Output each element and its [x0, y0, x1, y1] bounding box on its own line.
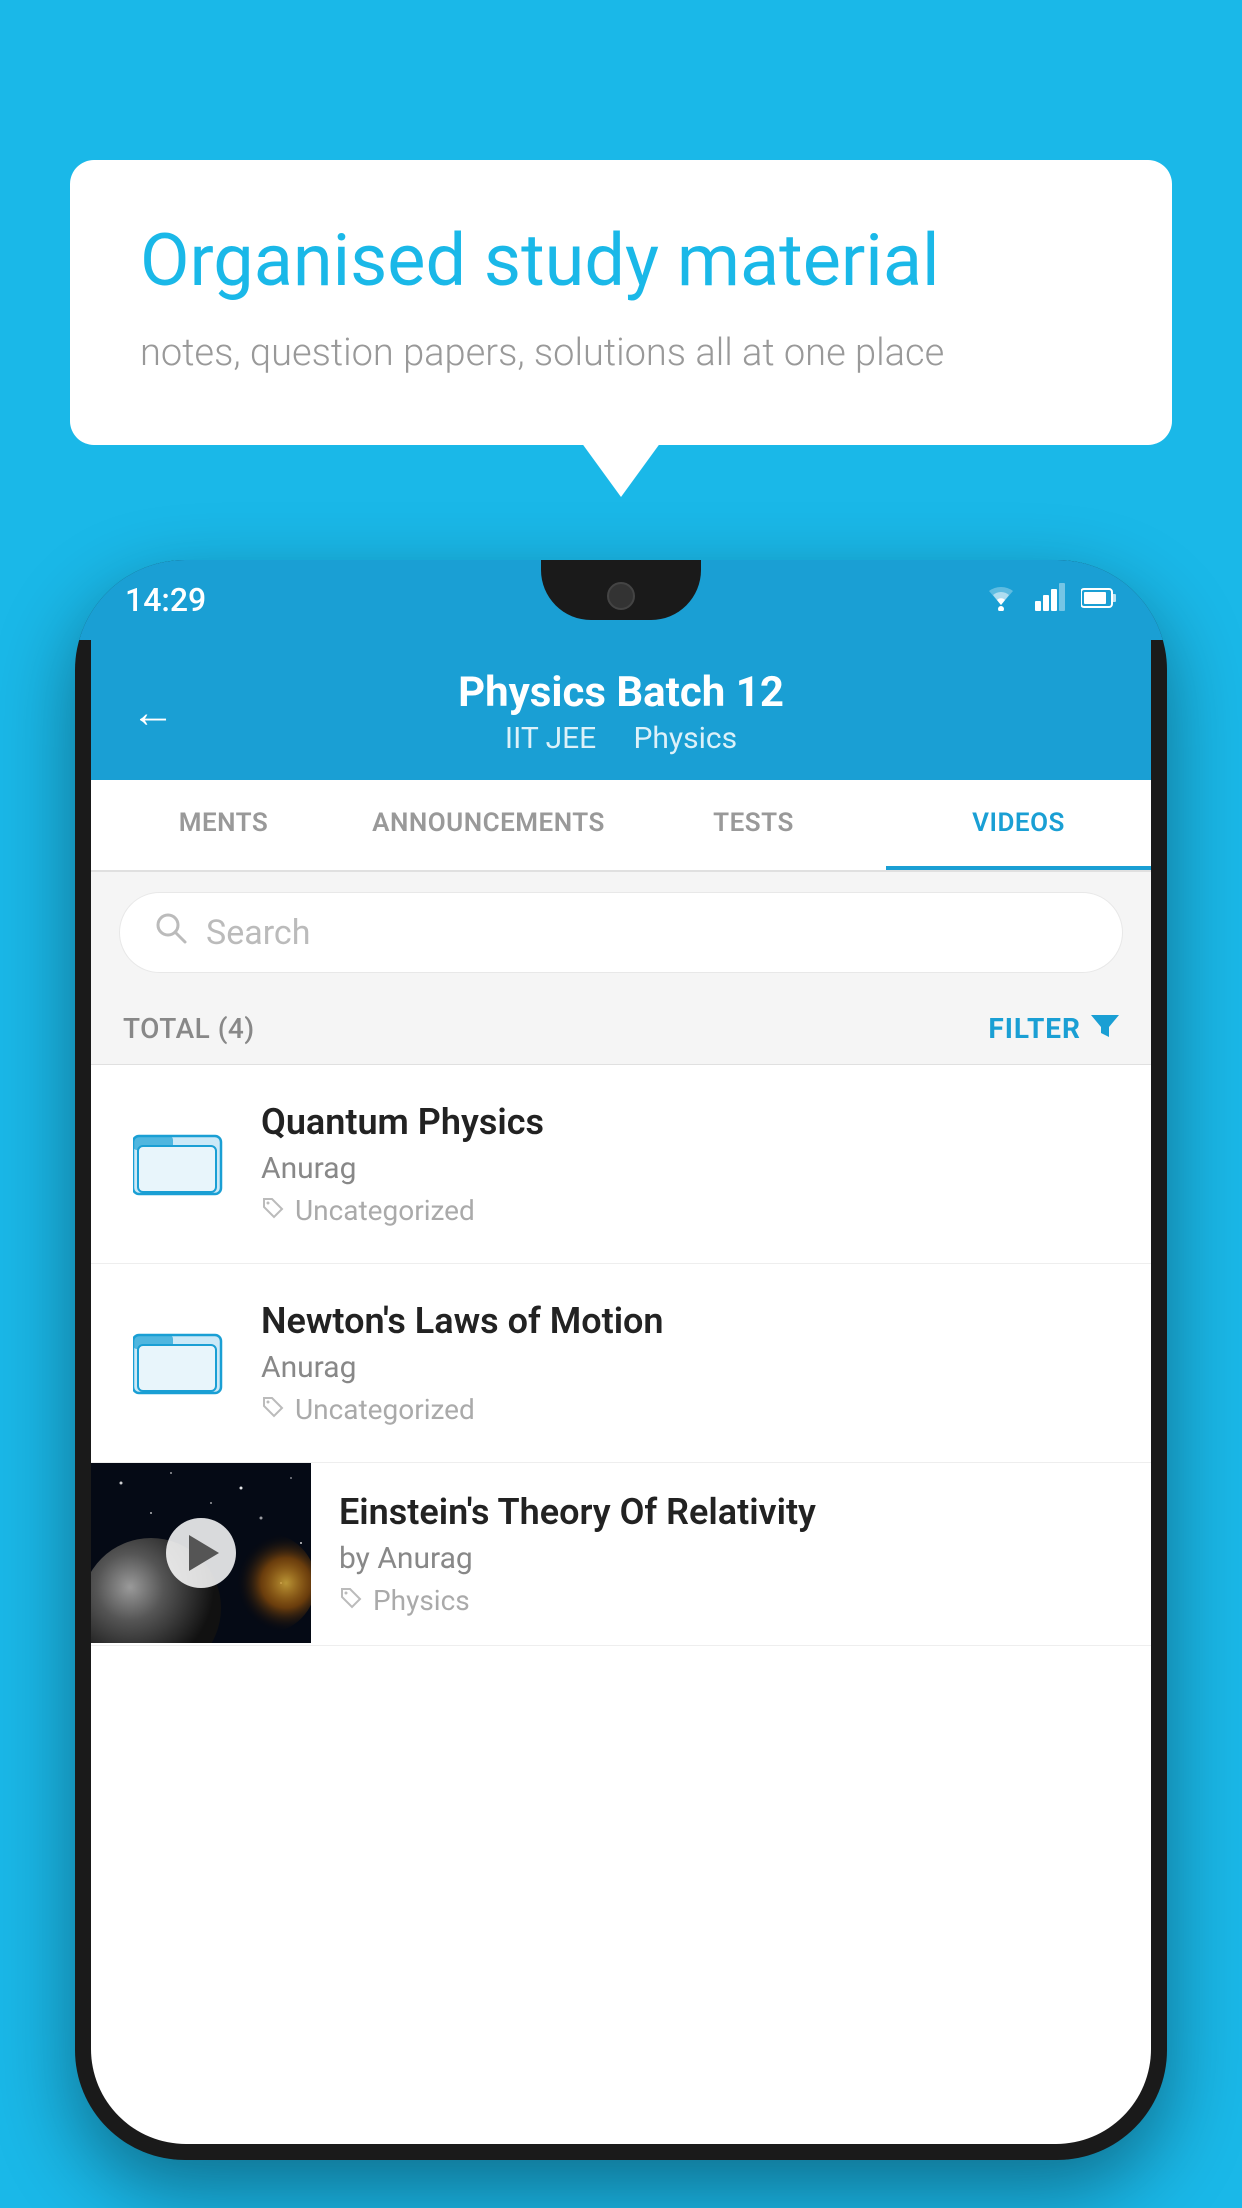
search-bar-wrap: Search: [91, 872, 1151, 993]
tag-label: Physics: [373, 1584, 470, 1617]
search-input[interactable]: Search: [206, 913, 310, 953]
phone-notch: [541, 560, 701, 620]
front-camera: [607, 582, 635, 610]
header-subtitle: IIT JEE Physics: [195, 721, 1047, 756]
list-item[interactable]: Einstein's Theory Of Relativity by Anura…: [91, 1463, 1151, 1646]
status-icons: [983, 583, 1117, 618]
video-tag: Physics: [339, 1584, 1119, 1617]
search-icon: [154, 911, 188, 954]
filter-button[interactable]: FILTER: [988, 1011, 1119, 1046]
video-author: Anurag: [261, 1151, 1119, 1186]
video-tag: Uncategorized: [261, 1393, 1119, 1426]
tab-announcements[interactable]: ANNOUNCEMENTS: [356, 780, 621, 870]
video-title: Einstein's Theory Of Relativity: [339, 1491, 1119, 1533]
tab-ments[interactable]: MENTS: [91, 780, 356, 870]
tabs-bar: MENTS ANNOUNCEMENTS TESTS VIDEOS: [91, 780, 1151, 872]
speech-bubble-subtitle: notes, question papers, solutions all at…: [140, 331, 1102, 375]
back-button[interactable]: ←: [131, 686, 175, 738]
app-header: ← Physics Batch 12 IIT JEE Physics: [91, 640, 1151, 780]
play-button[interactable]: [166, 1518, 236, 1588]
speech-bubble: Organised study material notes, question…: [70, 160, 1172, 445]
signal-icon: [1035, 583, 1065, 618]
status-time: 14:29: [125, 581, 206, 619]
video-tag: Uncategorized: [261, 1194, 1119, 1227]
phone-body: 14:29: [75, 560, 1167, 2160]
tag-label: Uncategorized: [295, 1194, 475, 1227]
header-main-title: Physics Batch 12: [195, 668, 1047, 717]
video-author: Anurag: [261, 1350, 1119, 1385]
tab-videos[interactable]: VIDEOS: [886, 780, 1151, 870]
video-list: Quantum Physics Anurag Uncategorized: [91, 1065, 1151, 1646]
list-item[interactable]: Newton's Laws of Motion Anurag Uncategor…: [91, 1264, 1151, 1463]
video-title: Quantum Physics: [261, 1101, 1119, 1143]
video-info: Quantum Physics Anurag Uncategorized: [261, 1101, 1119, 1227]
video-info: Einstein's Theory Of Relativity by Anura…: [311, 1463, 1119, 1645]
tag-icon: [261, 1194, 285, 1227]
tab-tests[interactable]: TESTS: [621, 780, 886, 870]
tag-icon: [339, 1584, 363, 1617]
video-thumbnail: [91, 1463, 311, 1643]
total-count: TOTAL (4): [123, 1012, 255, 1045]
search-bar[interactable]: Search: [119, 892, 1123, 973]
tag-label: Uncategorized: [295, 1393, 475, 1426]
folder-thumb: [123, 1101, 233, 1211]
phone-wrapper: 14:29: [75, 560, 1167, 2160]
tag-icon: [261, 1393, 285, 1426]
speech-bubble-title: Organised study material: [140, 220, 1102, 303]
play-triangle-icon: [189, 1535, 219, 1571]
header-subtitle-part1: IIT JEE: [505, 721, 596, 756]
video-info: Newton's Laws of Motion Anurag Uncategor…: [261, 1300, 1119, 1426]
filter-row: TOTAL (4) FILTER: [91, 993, 1151, 1065]
header-subtitle-sep: [604, 721, 626, 756]
phone-screen: ← Physics Batch 12 IIT JEE Physics MENTS…: [91, 640, 1151, 2144]
wifi-icon: [983, 583, 1019, 618]
video-title: Newton's Laws of Motion: [261, 1300, 1119, 1342]
header-subtitle-part2: Physics: [633, 721, 737, 756]
header-title-block: Physics Batch 12 IIT JEE Physics: [195, 668, 1047, 756]
filter-label: FILTER: [988, 1012, 1081, 1045]
filter-icon: [1091, 1011, 1119, 1046]
video-author: by Anurag: [339, 1541, 1119, 1576]
folder-thumb: [123, 1300, 233, 1410]
list-item[interactable]: Quantum Physics Anurag Uncategorized: [91, 1065, 1151, 1264]
battery-icon: [1081, 584, 1117, 617]
